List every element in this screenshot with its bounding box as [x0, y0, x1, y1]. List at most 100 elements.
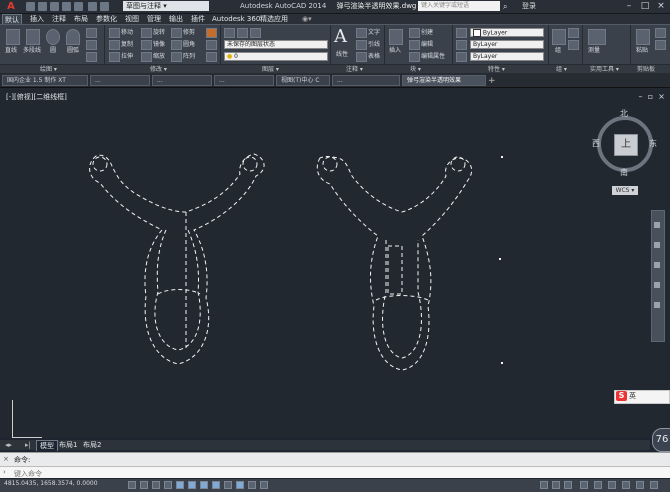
circle-icon[interactable] [46, 29, 60, 45]
transparency-toggle-icon[interactable] [260, 481, 268, 489]
linetype-combo[interactable]: ByLayer [470, 52, 544, 61]
dynamic-input-icon[interactable] [236, 481, 244, 489]
tab-output[interactable]: 输出 [167, 14, 185, 24]
copy-button[interactable]: 复制 [121, 41, 133, 49]
viewcube-top-face[interactable]: 上 [614, 134, 638, 156]
scale-button[interactable]: 缩放 [153, 53, 165, 61]
command-close-icon[interactable]: × [3, 455, 9, 463]
doc-tab[interactable]: ... [152, 75, 212, 86]
rotate-button[interactable]: 旋转 [153, 29, 165, 37]
tab-featured-apps[interactable]: 精选应用 [258, 14, 290, 24]
orbit-icon[interactable] [654, 282, 660, 288]
search-icon[interactable]: ⌕ [503, 2, 512, 11]
circle-button[interactable]: 圆 [50, 47, 56, 55]
maximize-icon[interactable]: □ [638, 1, 652, 11]
tab-autodesk360[interactable]: Autodesk 360 [210, 14, 262, 24]
tab-view[interactable]: 视图 [123, 14, 141, 24]
polar-tracking-icon[interactable] [176, 481, 184, 489]
compass-west[interactable]: 西 [592, 138, 600, 149]
cursor-coordinates[interactable]: 4815.0435, 1658.3574, 0.0000 [4, 480, 98, 487]
color-combo[interactable]: ByLayer [470, 28, 544, 37]
doc-tab[interactable]: 视图(T)中心 C [276, 75, 330, 86]
table-icon[interactable] [356, 52, 367, 62]
tab-layout1[interactable]: 布局1 [56, 440, 80, 450]
ungroup-icon[interactable] [568, 28, 579, 38]
cut-icon[interactable] [655, 40, 666, 50]
edit-attribute-button[interactable]: 编辑属性 [421, 53, 445, 61]
trim-icon[interactable] [171, 28, 182, 38]
grid-display-icon[interactable] [152, 481, 160, 489]
layout-nav-icon[interactable]: ◂▸ [2, 440, 15, 450]
move-button[interactable]: 移动 [121, 29, 133, 37]
arc-button[interactable]: 圆弧 [67, 47, 79, 55]
tab-insert[interactable]: 插入 [28, 14, 46, 24]
snap-mode-icon[interactable] [140, 481, 148, 489]
create-block-icon[interactable] [409, 28, 420, 38]
transparency-icon[interactable] [456, 52, 467, 62]
tab-plugins[interactable]: 插件 [189, 14, 207, 24]
scale-icon[interactable] [141, 52, 152, 62]
text-button[interactable]: 线性 [336, 51, 348, 59]
arc-icon[interactable] [66, 29, 80, 45]
lineweight-combo[interactable]: ByLayer [470, 40, 544, 49]
object-snap-tracking-icon[interactable] [212, 481, 220, 489]
toolbar-lock-icon[interactable] [608, 481, 616, 489]
annotation-scale-icon[interactable] [580, 481, 588, 489]
group-edit-icon[interactable] [568, 40, 579, 50]
insert-block-icon[interactable] [389, 29, 403, 45]
save-icon[interactable] [50, 2, 59, 11]
leader-button[interactable]: 引线 [368, 41, 380, 49]
mirror-icon[interactable] [141, 40, 152, 50]
hatch-icon[interactable] [86, 40, 97, 50]
edit-block-button[interactable]: 编辑 [421, 41, 433, 49]
doc-tab[interactable]: ... [214, 75, 274, 86]
offset-icon[interactable] [206, 52, 217, 62]
slingshot-drawing[interactable] [0, 88, 670, 438]
clean-screen-icon[interactable] [650, 481, 658, 489]
layout-nav-end-icon[interactable]: ▸| [22, 440, 34, 450]
compass-south[interactable]: 南 [620, 167, 628, 178]
doc-tab[interactable]: ... [90, 75, 150, 86]
stretch-button[interactable]: 拉伸 [121, 53, 133, 61]
measure-icon[interactable] [588, 29, 606, 45]
measure-button[interactable]: 测量 [588, 47, 600, 55]
lineweight-icon[interactable] [248, 481, 256, 489]
move-icon[interactable] [109, 28, 120, 38]
insert-button[interactable]: 插入 [389, 47, 401, 55]
rotate-icon[interactable] [141, 28, 152, 38]
isolate-objects-icon[interactable] [636, 481, 644, 489]
tab-parametric[interactable]: 参数化 [94, 14, 119, 24]
wcs-menu[interactable]: WCS ▾ [612, 186, 638, 195]
ime-language[interactable]: 英 [629, 391, 636, 401]
redo-icon[interactable] [100, 2, 109, 11]
tab-annotate[interactable]: 注释 [50, 14, 68, 24]
layer-state-combo[interactable]: 未保存的图层状态 [224, 40, 328, 49]
compass-east[interactable]: 东 [649, 138, 657, 149]
model-space-icon[interactable] [540, 481, 548, 489]
list-icon[interactable] [456, 40, 467, 50]
ortho-mode-icon[interactable] [164, 481, 172, 489]
tab-manage[interactable]: 管理 [145, 14, 163, 24]
workspace-selector[interactable]: 草图与注释 ▾ [123, 1, 209, 11]
polyline-icon[interactable] [26, 29, 40, 45]
doc-tab[interactable]: 国内企业 1.5 制作 XT [2, 75, 88, 86]
polyline-button[interactable]: 多段线 [23, 47, 41, 55]
fillet-icon[interactable] [171, 40, 182, 50]
array-icon[interactable] [171, 52, 182, 62]
layer-properties-icon[interactable] [224, 28, 235, 38]
zoom-extents-icon[interactable] [654, 262, 660, 268]
line-icon[interactable] [6, 29, 20, 45]
showmotion-icon[interactable] [654, 302, 660, 308]
array-button[interactable]: 阵列 [183, 53, 195, 61]
sogou-ime-icon[interactable]: S [616, 391, 627, 401]
pan-icon[interactable] [654, 242, 660, 248]
steeringwheel-icon[interactable] [654, 222, 660, 228]
navigation-bar[interactable] [651, 210, 665, 342]
autocad-logo[interactable]: A [2, 1, 20, 12]
explode-icon[interactable] [206, 40, 217, 50]
copy-clip-icon[interactable] [655, 28, 666, 38]
leader-icon[interactable] [356, 40, 367, 50]
mirror-button[interactable]: 镜像 [153, 41, 165, 49]
create-block-button[interactable]: 创建 [421, 29, 433, 37]
object-snap-icon[interactable] [188, 481, 196, 489]
